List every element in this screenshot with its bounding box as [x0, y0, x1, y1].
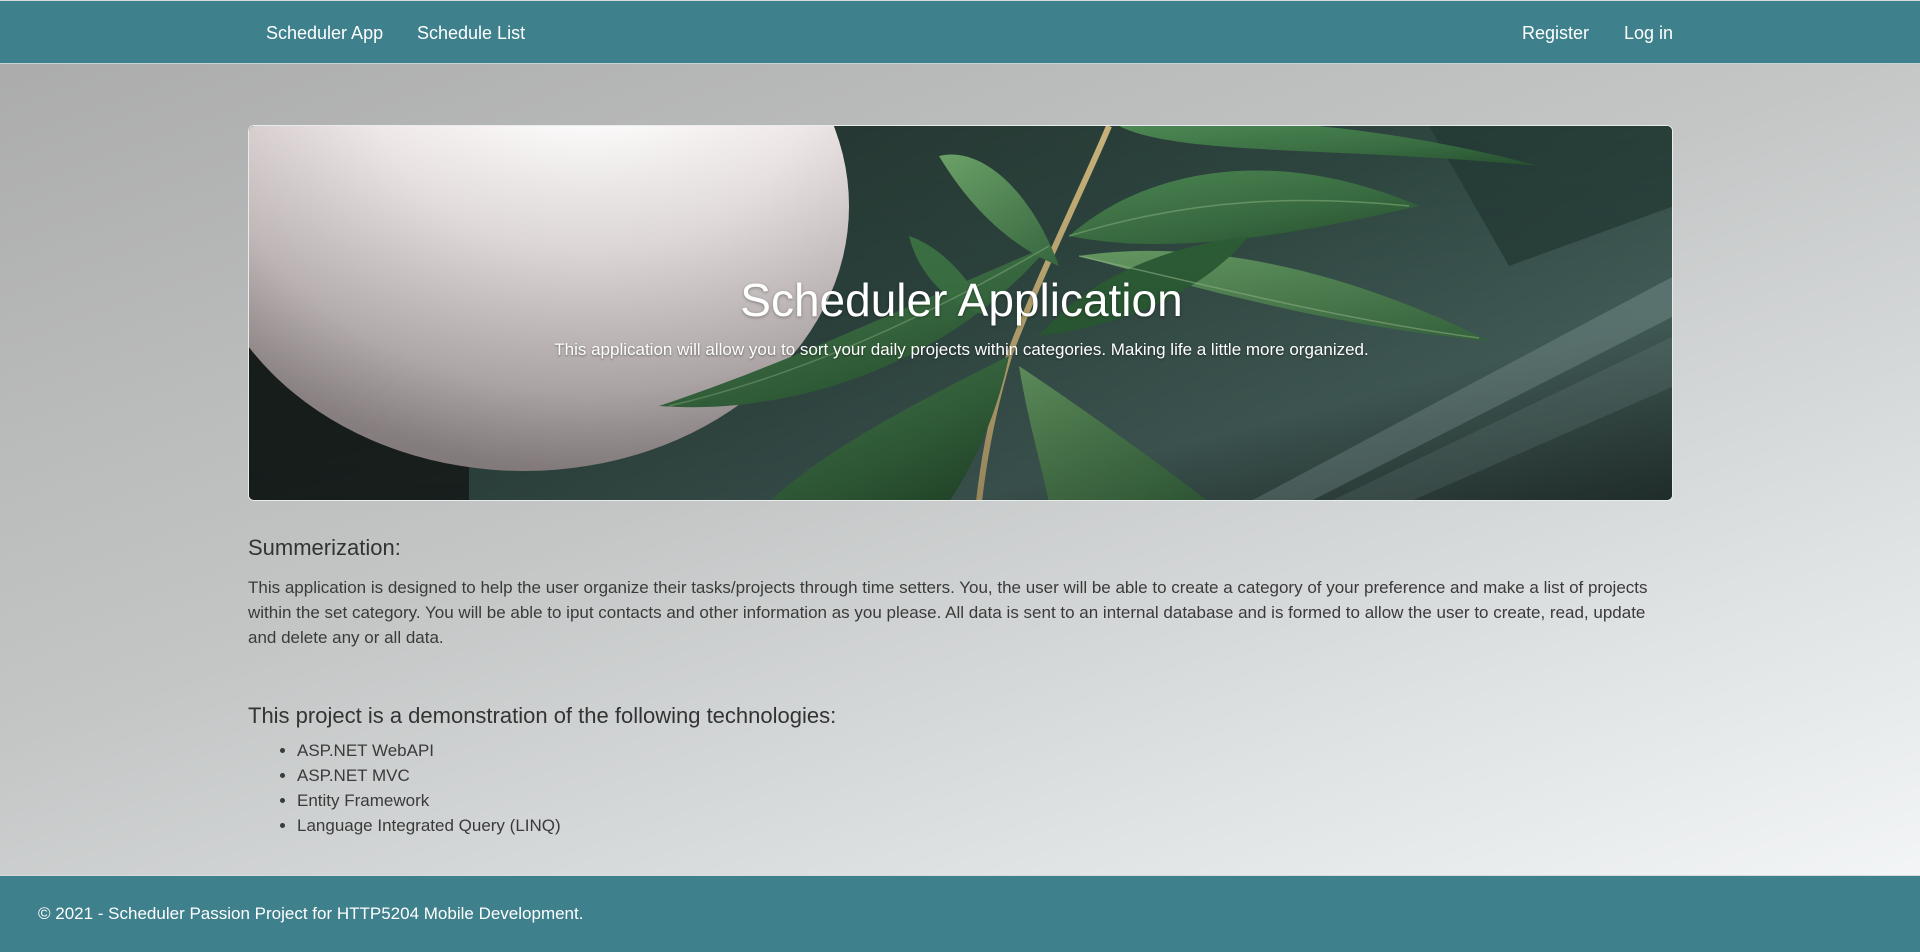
list-item: ASP.NET MVC — [297, 763, 1673, 788]
technologies-heading: This project is a demonstration of the f… — [248, 703, 837, 728]
nav-login-link[interactable]: Log in — [1624, 22, 1673, 44]
summary-paragraph: This application is designed to help the… — [248, 578, 1648, 647]
page-footer: © 2021 - Scheduler Passion Project for H… — [0, 875, 1920, 952]
summary-heading: Summerization: — [248, 535, 401, 560]
nav-schedule-list-link[interactable]: Schedule List — [417, 22, 525, 44]
list-item: Entity Framework — [297, 788, 1673, 813]
hero-lead-text: This application will allow you to sort … — [554, 340, 1369, 359]
navbar-brand-link[interactable]: Scheduler App — [266, 22, 383, 44]
footer-copyright: © 2021 - Scheduler Passion Project for H… — [38, 904, 584, 923]
top-navbar: Scheduler App Schedule List Register Log… — [0, 0, 1920, 64]
technologies-list: ASP.NET WebAPI ASP.NET MVC Entity Framew… — [248, 738, 1673, 838]
list-item: Language Integrated Query (LINQ) — [297, 813, 1673, 838]
hero-title: Scheduler Application — [740, 274, 1183, 326]
main-content: Summerization: This application is desig… — [248, 533, 1673, 838]
list-item: ASP.NET WebAPI — [297, 738, 1673, 763]
nav-register-link[interactable]: Register — [1522, 22, 1589, 44]
hero-banner: Scheduler Application This application w… — [248, 125, 1673, 501]
